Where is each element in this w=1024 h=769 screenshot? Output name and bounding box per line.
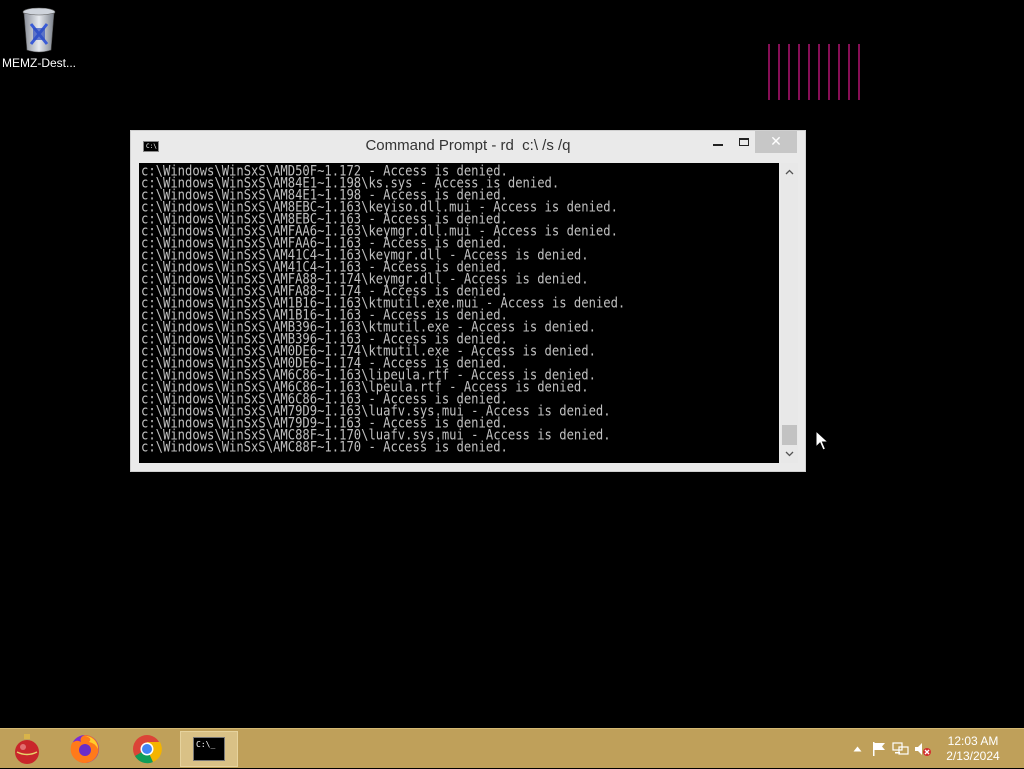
window-title: Command Prompt - rd c:\ /s /q bbox=[365, 137, 571, 154]
maximize-icon bbox=[739, 138, 749, 146]
taskbar-app-chrome[interactable] bbox=[122, 731, 172, 767]
minimize-button[interactable] bbox=[705, 131, 731, 153]
mouse-pointer-icon bbox=[815, 430, 829, 451]
clock-date: 2/13/2024 bbox=[946, 749, 1000, 763]
maximize-button[interactable] bbox=[731, 131, 757, 153]
chevron-up-icon bbox=[785, 169, 794, 175]
flag-icon bbox=[873, 742, 885, 756]
chevron-down-icon bbox=[785, 451, 794, 457]
network-icon bbox=[892, 742, 909, 755]
vertical-scrollbar[interactable] bbox=[781, 163, 798, 463]
desktop-icon-label: MEMZ-Dest... bbox=[2, 56, 76, 70]
close-icon: ✕ bbox=[770, 134, 782, 150]
cmd-taskbar-icon-text: C:\_ bbox=[196, 740, 216, 749]
taskbar-clock[interactable]: 12:03 AM 2/13/2024 bbox=[940, 734, 1006, 764]
network-button[interactable] bbox=[890, 729, 912, 769]
volume-button[interactable] bbox=[912, 729, 934, 769]
chrome-icon bbox=[133, 735, 162, 764]
volume-muted-icon bbox=[915, 743, 931, 756]
taskbar-app-command-prompt[interactable]: C:\_ bbox=[180, 731, 238, 767]
scrollbar-thumb[interactable] bbox=[782, 425, 797, 445]
desktop-icon-memz[interactable]: MEMZ-Dest... bbox=[2, 6, 76, 70]
taskbar-app-ornament[interactable] bbox=[2, 731, 52, 767]
scroll-down-button[interactable] bbox=[781, 445, 798, 463]
command-prompt-icon: C:\_ bbox=[193, 737, 225, 761]
taskbar-app-firefox[interactable] bbox=[60, 731, 110, 767]
console-line: c:\Windows\WinSxS\AMC88F~1.170 - Access … bbox=[141, 438, 508, 455]
glitch-stripes bbox=[768, 44, 860, 100]
recycle-bin-icon bbox=[22, 7, 56, 53]
system-tray bbox=[846, 729, 934, 769]
console-output[interactable]: c:\Windows\WinSxS\AMD50F~1.172 - Access … bbox=[139, 163, 779, 463]
christmas-ornament-icon bbox=[15, 734, 39, 764]
chevron-up-icon bbox=[853, 746, 861, 752]
clock-time: 12:03 AM bbox=[947, 734, 999, 748]
scroll-up-button[interactable] bbox=[781, 163, 798, 181]
show-hidden-icons-button[interactable] bbox=[846, 729, 868, 769]
close-button[interactable]: ✕ bbox=[755, 131, 797, 153]
taskbar: C:\_ 12:03 AM 2/13/2024 bbox=[0, 728, 1024, 768]
firefox-icon bbox=[70, 735, 99, 763]
minimize-icon bbox=[713, 144, 723, 146]
title-bar[interactable]: C:\ Command Prompt - rd c:\ /s /q ✕ bbox=[131, 131, 805, 163]
command-prompt-window[interactable]: C:\ Command Prompt - rd c:\ /s /q ✕ c:\W… bbox=[130, 130, 806, 472]
action-center-button[interactable] bbox=[868, 729, 890, 769]
